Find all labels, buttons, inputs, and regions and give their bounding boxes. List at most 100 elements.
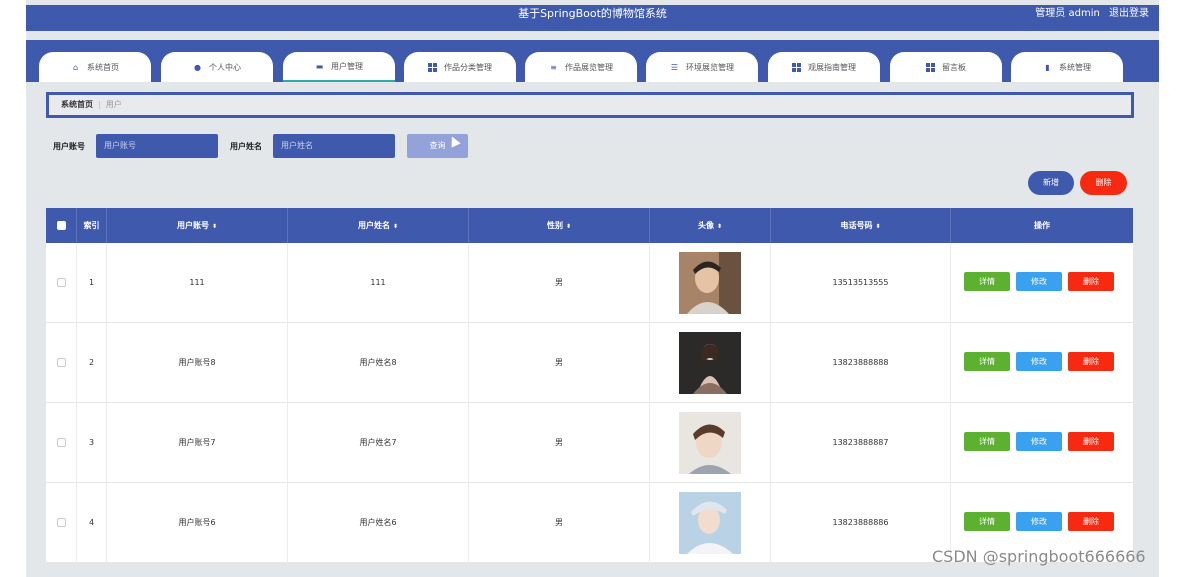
header-name[interactable]: 用户姓名 ⬍ xyxy=(288,208,469,243)
sort-icon[interactable]: ⬍ xyxy=(566,223,571,230)
batch-delete-button[interactable]: 删除 xyxy=(1080,171,1127,195)
avatar-image xyxy=(679,411,741,474)
cell-account: 111 xyxy=(107,243,288,323)
cell-name: 用户姓名6 xyxy=(288,483,469,563)
tab-user-management[interactable]: ▬ 用户管理 xyxy=(283,52,395,82)
sort-icon[interactable]: ⬍ xyxy=(875,223,880,230)
tab-guide-management[interactable]: 观展指南管理 xyxy=(768,52,880,82)
add-button[interactable]: 新增 xyxy=(1028,171,1074,195)
sort-icon[interactable]: ⬍ xyxy=(393,223,398,230)
tab-system-management[interactable]: ▮ 系统管理 xyxy=(1011,52,1123,82)
tab-label: 留言板 xyxy=(942,62,966,72)
grid-icon xyxy=(926,62,935,72)
system-title: 基于SpringBoot的博物馆系统 xyxy=(518,7,667,20)
breadcrumb-current: 用户 xyxy=(105,100,122,109)
logout-link[interactable]: 退出登录 xyxy=(1109,8,1149,19)
breadcrumb-separator: | xyxy=(98,100,101,109)
detail-button[interactable]: 详情 xyxy=(964,352,1010,371)
row-checkbox-cell[interactable] xyxy=(46,403,77,483)
cell-name: 用户姓名7 xyxy=(288,403,469,483)
row-checkbox[interactable] xyxy=(56,438,66,447)
cell-gender: 男 xyxy=(469,323,650,403)
name-label: 用户姓名 xyxy=(230,142,262,151)
row-checkbox-cell[interactable] xyxy=(46,483,77,563)
query-button[interactable]: 查询 xyxy=(407,134,468,158)
user-icon: ● xyxy=(194,62,201,72)
table-row: 1 111 111 男 13513513555 详情 修改 删除 xyxy=(46,243,1133,323)
name-search-input[interactable]: 用户姓名 xyxy=(273,134,395,158)
edit-button[interactable]: 修改 xyxy=(1016,432,1062,451)
row-checkbox-cell[interactable] xyxy=(46,243,77,323)
tab-category-management[interactable]: 作品分类管理 xyxy=(404,52,516,82)
select-all-checkbox[interactable] xyxy=(56,221,66,230)
row-checkbox-cell[interactable] xyxy=(46,323,77,403)
header-phone-label: 电话号码 xyxy=(840,221,873,230)
account-label: 用户账号 xyxy=(53,142,85,151)
cell-avatar xyxy=(650,403,771,483)
tab-label: 系统首页 xyxy=(87,62,119,72)
cell-gender: 男 xyxy=(469,403,650,483)
avatar-image xyxy=(679,331,741,394)
row-checkbox[interactable] xyxy=(56,358,66,367)
breadcrumb: 系统首页 | 用户 xyxy=(46,92,1134,118)
avatar-image xyxy=(679,491,741,554)
tab-personal-center[interactable]: ● 个人中心 xyxy=(161,52,273,82)
header-index: 索引 xyxy=(77,208,107,243)
cell-phone: 13513513555 xyxy=(771,243,951,323)
list-icon: ≡ xyxy=(550,62,557,72)
cell-ops: 详情 修改 删除 xyxy=(951,403,1133,483)
sort-icon[interactable]: ⬍ xyxy=(212,223,217,230)
top-header: 基于SpringBoot的博物馆系统 管理员 admin 退出登录 xyxy=(26,5,1159,31)
tab-label: 用户管理 xyxy=(331,61,363,71)
grid-icon xyxy=(792,62,801,72)
tab-message-board[interactable]: 留言板 xyxy=(890,52,1002,82)
cell-avatar xyxy=(650,483,771,563)
header-gender-label: 性别 xyxy=(546,221,563,230)
watermark: CSDN @springboot666666 xyxy=(932,547,1146,566)
tab-label: 系统管理 xyxy=(1059,62,1091,72)
briefcase-icon: ▬ xyxy=(315,61,324,71)
main-nav: ⌂ 系统首页 ● 个人中心 ▬ 用户管理 作品分类管理 ≡ 作品展览管理 ☰ 环… xyxy=(26,40,1159,82)
grid-icon xyxy=(428,62,437,72)
cell-phone: 13823888888 xyxy=(771,323,951,403)
select-all-checkbox-cell[interactable] xyxy=(46,208,77,243)
cell-avatar xyxy=(650,243,771,323)
tab-label: 环境展览管理 xyxy=(686,62,734,72)
cell-name: 用户姓名8 xyxy=(288,323,469,403)
app-root: 基于SpringBoot的博物馆系统 管理员 admin 退出登录 ⌂ 系统首页… xyxy=(26,0,1159,577)
edit-button[interactable]: 修改 xyxy=(1016,352,1062,371)
cell-account: 用户账号6 xyxy=(107,483,288,563)
detail-button[interactable]: 详情 xyxy=(964,432,1010,451)
detail-button[interactable]: 详情 xyxy=(964,512,1010,531)
delete-button[interactable]: 删除 xyxy=(1068,432,1114,451)
tab-environment-management[interactable]: ☰ 环境展览管理 xyxy=(646,52,758,82)
user-area: 管理员 admin 退出登录 xyxy=(1029,5,1149,23)
cell-index: 4 xyxy=(77,483,107,563)
detail-button[interactable]: 详情 xyxy=(964,272,1010,291)
header-account-label: 用户账号 xyxy=(176,221,209,230)
account-search-input[interactable]: 用户账号 xyxy=(96,134,218,158)
cell-index: 2 xyxy=(77,323,107,403)
cell-phone: 13823888886 xyxy=(771,483,951,563)
tab-exhibition-management[interactable]: ≡ 作品展览管理 xyxy=(525,52,637,82)
cell-gender: 男 xyxy=(469,243,650,323)
header-account[interactable]: 用户账号 ⬍ xyxy=(107,208,288,243)
delete-button[interactable]: 删除 xyxy=(1068,512,1114,531)
header-avatar[interactable]: 头像 ⬍ xyxy=(650,208,771,243)
edit-button[interactable]: 修改 xyxy=(1016,272,1062,291)
delete-button[interactable]: 删除 xyxy=(1068,352,1114,371)
row-checkbox[interactable] xyxy=(56,278,66,287)
delete-button[interactable]: 删除 xyxy=(1068,272,1114,291)
tab-home[interactable]: ⌂ 系统首页 xyxy=(39,52,151,82)
edit-button[interactable]: 修改 xyxy=(1016,512,1062,531)
header-phone[interactable]: 电话号码 ⬍ xyxy=(771,208,951,243)
header-gender[interactable]: 性别 ⬍ xyxy=(469,208,650,243)
breadcrumb-home[interactable]: 系统首页 xyxy=(61,100,93,109)
sort-icon[interactable]: ⬍ xyxy=(717,223,722,230)
cell-account: 用户账号7 xyxy=(107,403,288,483)
row-checkbox[interactable] xyxy=(56,518,66,527)
cell-index: 3 xyxy=(77,403,107,483)
cell-phone: 13823888887 xyxy=(771,403,951,483)
tab-label: 个人中心 xyxy=(209,62,241,72)
cell-ops: 详情 修改 删除 xyxy=(951,243,1133,323)
